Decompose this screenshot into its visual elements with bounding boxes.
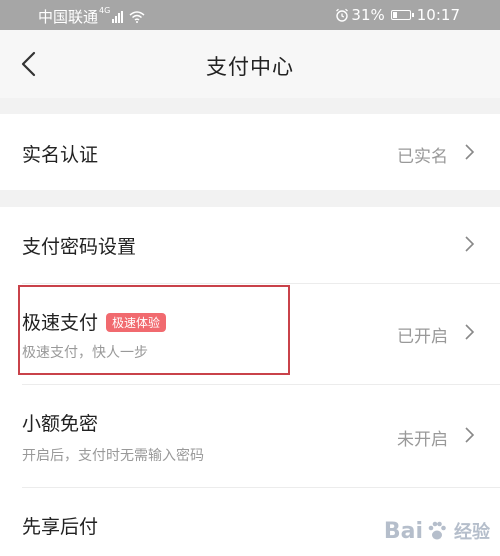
small-amount-row[interactable]: 小额免密 开启后，支付时无需输入密码 未开启 xyxy=(0,385,500,488)
paw-logo-icon xyxy=(428,521,446,540)
signal-icon xyxy=(112,10,124,23)
chevron-right-icon xyxy=(465,427,475,443)
screen: 中国联通 4G 31% 10:17 支付中心 实名认证 已实名 支付密码设置 极… xyxy=(0,0,500,556)
page-title: 支付中心 xyxy=(206,55,294,79)
battery-percent: 31% xyxy=(351,6,385,24)
real-name-label: 实名认证 xyxy=(22,144,99,166)
express-pay-subtitle: 极速支付，快人一步 xyxy=(22,345,148,361)
small-amount-subtitle: 开启后，支付时无需输入密码 xyxy=(22,448,204,464)
network-type: 4G xyxy=(99,6,111,15)
watermark-text-right: 经验 xyxy=(454,522,490,543)
chevron-right-icon xyxy=(465,144,475,160)
real-name-status: 已实名 xyxy=(397,147,448,167)
pay-password-label: 支付密码设置 xyxy=(22,236,137,258)
express-pay-row[interactable]: 极速支付 极速体验 极速支付，快人一步 已开启 xyxy=(0,284,500,385)
chevron-right-icon xyxy=(465,236,475,252)
clock: 10:17 xyxy=(416,6,460,24)
wifi-icon xyxy=(129,10,145,23)
pay-password-row[interactable]: 支付密码设置 xyxy=(0,207,500,284)
express-pay-badge: 极速体验 xyxy=(106,313,167,332)
status-right: 31% 10:17 xyxy=(335,6,460,24)
pay-later-label: 先享后付 xyxy=(22,516,99,538)
alarm-icon xyxy=(336,8,349,22)
nav-bar: 支付中心 xyxy=(0,30,500,98)
battery-icon xyxy=(390,10,414,20)
status-left: 中国联通 4G xyxy=(38,6,145,27)
real-name-row[interactable]: 实名认证 已实名 xyxy=(0,114,500,190)
status-bar: 中国联通 4G 31% 10:17 xyxy=(0,0,500,30)
express-pay-status: 已开启 xyxy=(397,327,448,347)
express-pay-label: 极速支付 极速体验 xyxy=(22,308,167,335)
watermark-text-left: Bai xyxy=(383,518,423,544)
small-amount-label: 小额免密 xyxy=(22,413,99,435)
small-amount-status: 未开启 xyxy=(397,430,448,450)
carrier-name: 中国联通 xyxy=(38,8,99,26)
chevron-right-icon xyxy=(465,324,475,340)
battery-fill xyxy=(392,12,398,18)
baidu-watermark: Bai 经验 xyxy=(384,518,490,544)
express-pay-title: 极速支付 xyxy=(22,312,99,334)
